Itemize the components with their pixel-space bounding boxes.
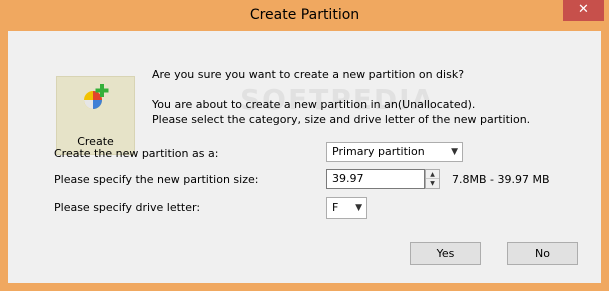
- create-partition-tile[interactable]: Create: [56, 76, 135, 155]
- confirm-message: Are you sure you want to create a new pa…: [152, 68, 465, 81]
- partition-type-label: Create the new partition as a:: [54, 147, 219, 160]
- instructions-message: Please select the category, size and dri…: [152, 113, 531, 126]
- drive-letter-label: Please specify drive letter:: [54, 201, 201, 214]
- close-button[interactable]: ✕: [563, 0, 604, 21]
- partition-size-range: 7.8MB - 39.97 MB: [452, 173, 550, 186]
- spin-up-icon[interactable]: ▲: [426, 170, 439, 179]
- partition-size-input[interactable]: 39.97: [326, 169, 425, 189]
- create-partition-icon: [84, 84, 109, 109]
- title-bar[interactable]: Create Partition ✕: [0, 0, 609, 31]
- partition-size-value: 39.97: [332, 172, 364, 185]
- partition-type-value: Primary partition: [332, 145, 425, 158]
- chevron-down-icon: ▼: [451, 147, 458, 157]
- no-button[interactable]: No: [507, 242, 578, 265]
- partition-size-label: Please specify the new partition size:: [54, 173, 259, 186]
- spin-down-icon[interactable]: ▼: [426, 179, 439, 188]
- create-partition-window: Create Partition ✕ SOFTPEDIA Create Are …: [0, 0, 609, 291]
- window-title: Create Partition: [249, 7, 360, 23]
- about-message: You are about to create a new partition …: [152, 98, 476, 111]
- chevron-down-icon: ▼: [355, 203, 362, 213]
- drive-letter-value: F: [332, 201, 339, 214]
- yes-button[interactable]: Yes: [410, 242, 481, 265]
- partition-size-spinner[interactable]: ▲ ▼: [425, 169, 440, 189]
- dialog-body: SOFTPEDIA Create Are you sure you want t…: [8, 31, 601, 283]
- partition-type-select[interactable]: Primary partition ▼: [326, 142, 463, 162]
- close-icon: ✕: [578, 2, 589, 17]
- drive-letter-select[interactable]: F ▼: [326, 197, 367, 219]
